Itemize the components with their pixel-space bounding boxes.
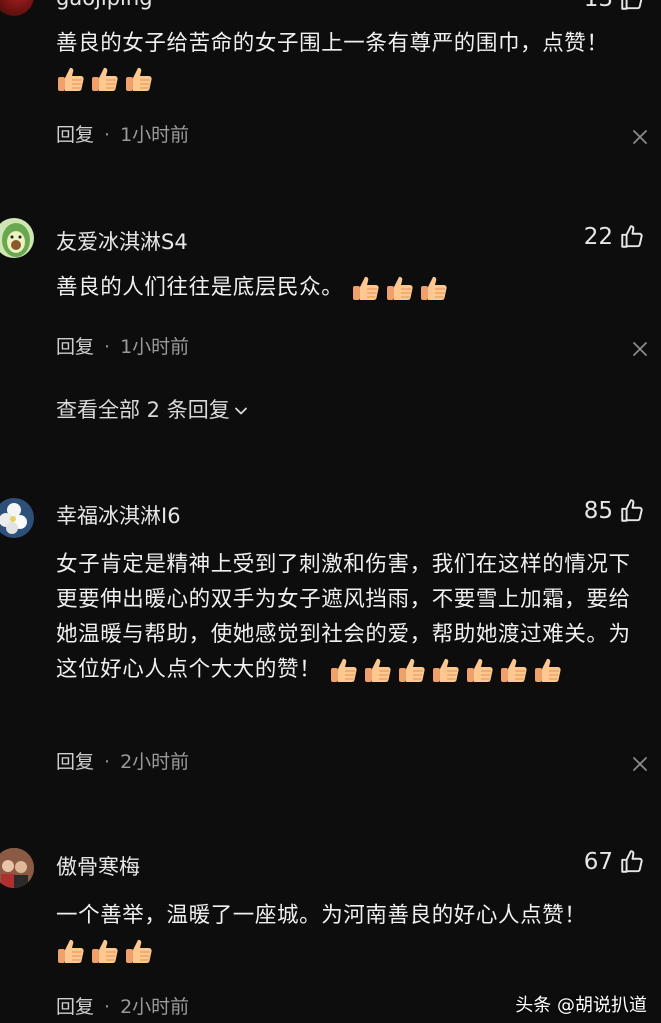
reply-button[interactable]: 回复 [56,336,94,358]
thumbs-up-outline-icon [619,498,645,524]
comment-text-content: 一个善举，温暖了一座城。为河南善良的好心人点赞！ [56,903,587,928]
comment-username[interactable]: 友爱冰淇淋S4 [56,226,188,256]
flower-avatar-icon [0,503,27,534]
watermark: 头条 @胡说扒道 [515,995,647,1016]
reply-button[interactable]: 回复 [56,751,94,773]
emoji-group [56,64,154,94]
view-all-replies-label: 查看全部 2 条回复 [56,398,230,422]
view-all-replies-button[interactable]: 查看全部 2 条回复 [56,394,248,424]
thumbs-up-emoji-icon [124,64,154,94]
thumbs-up-outline-icon [619,0,645,12]
avatar[interactable] [0,0,34,16]
separator-dot: · [104,336,111,358]
comment-text: 善良的女子给苦命的女子围上一条有尊严的围巾，点赞！ [56,26,646,96]
like-count: 85 [583,498,613,524]
emoji-group [329,655,563,685]
chevron-down-icon [234,404,248,418]
thumbs-up-emoji-icon [56,64,86,94]
thumbs-up-emoji-icon [533,655,563,685]
comment-text-content: 善良的人们往往是底层民众。 [56,275,344,300]
like-button[interactable]: 22 [584,224,645,250]
comment-time: 2小时前 [120,751,190,773]
avatar[interactable] [0,848,34,888]
thumbs-up-emoji-icon [56,936,86,966]
reply-button[interactable]: 回复 [56,124,94,146]
comment-feed: gaojiping 13 善良的女子给苦命的女子围上一条有尊严的围巾，点赞！ 回… [0,0,661,1023]
comment-meta: 回复 · 2小时前 [56,992,189,1019]
thumbs-up-emoji-icon [419,273,449,303]
close-icon[interactable] [631,340,649,358]
thumbs-up-emoji-icon [329,655,359,685]
like-button[interactable]: 67 [584,849,645,875]
emoji-group [351,273,449,303]
thumbs-up-emoji-icon [465,655,495,685]
like-count: 67 [583,849,613,875]
thumbs-up-emoji-icon [351,273,381,303]
thumbs-up-emoji-icon [385,273,415,303]
thumbs-up-outline-icon [619,224,645,250]
thumbs-up-emoji-icon [90,64,120,94]
comment-meta: 回复 · 2小时前 [56,747,189,774]
close-icon[interactable] [631,755,649,773]
close-icon[interactable] [631,128,649,146]
comment-time: 1小时前 [120,336,190,358]
avatar[interactable] [0,498,34,538]
thumbs-up-emoji-icon [431,655,461,685]
comment-text: 一个善举，温暖了一座城。为河南善良的好心人点赞！ [56,898,646,968]
comment-username[interactable]: 幸福冰淇淋I6 [56,500,181,530]
like-count: 22 [583,224,613,250]
thumbs-up-emoji-icon [124,936,154,966]
thumbs-up-outline-icon [619,849,645,875]
emoji-group [56,936,154,966]
like-count: 13 [584,0,613,12]
separator-dot: · [104,996,111,1018]
thumbs-up-emoji-icon [397,655,427,685]
comment-username[interactable]: 傲骨寒梅 [56,851,140,881]
separator-dot: · [104,751,111,773]
like-button[interactable]: 85 [584,498,645,524]
separator-dot: · [104,124,111,146]
person-photo-avatar-icon [0,848,34,888]
thumbs-up-emoji-icon [499,655,529,685]
avocado-avatar-icon [2,223,30,257]
thumbs-up-emoji-icon [90,936,120,966]
reply-button[interactable]: 回复 [56,996,94,1018]
comment-time: 1小时前 [120,124,190,146]
comment-text: 善良的人们往往是底层民众。 [56,270,646,305]
comment-time: 2小时前 [120,996,190,1018]
comment-meta: 回复 · 1小时前 [56,332,189,359]
thumbs-up-emoji-icon [363,655,393,685]
comment-text: 女子肯定是精神上受到了刺激和伤害，我们在这样的情况下更要伸出暖心的双手为女子遮风… [56,547,646,687]
comment-meta: 回复 · 1小时前 [56,120,189,147]
comment-text-content: 善良的女子给苦命的女子围上一条有尊严的围巾，点赞！ [56,31,609,56]
comment-username[interactable]: gaojiping [56,0,153,10]
like-button[interactable]: 13 [584,0,645,12]
avatar[interactable] [0,218,34,258]
